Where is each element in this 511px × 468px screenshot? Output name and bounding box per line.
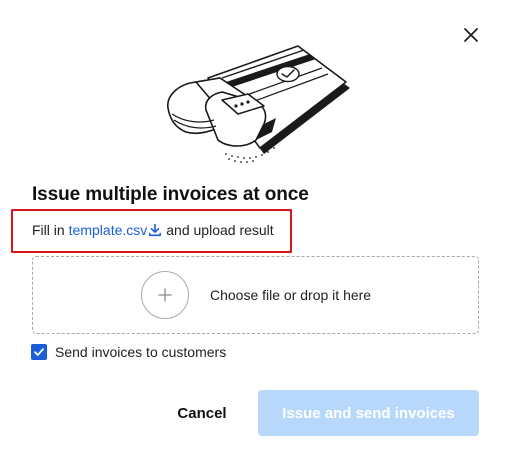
instruction-prefix: Fill in	[32, 222, 65, 238]
close-icon	[464, 28, 478, 42]
check-icon	[34, 348, 44, 356]
payment-terminal-illustration	[167, 45, 350, 163]
download-icon	[149, 223, 162, 237]
template-link-label: template.csv	[68, 222, 148, 238]
send-invoices-label: Send invoices to customers	[55, 344, 227, 360]
send-invoices-checkbox[interactable]	[31, 344, 47, 360]
send-invoices-option[interactable]: Send invoices to customers	[31, 344, 226, 360]
instruction-text: Fill in template.csv and upload result	[32, 222, 274, 238]
dialog-title: Issue multiple invoices at once	[32, 184, 309, 205]
dropzone-label: Choose file or drop it here	[210, 287, 372, 303]
instruction-suffix: and upload result	[166, 222, 274, 238]
file-dropzone[interactable]: Choose file or drop it here	[32, 256, 479, 334]
close-button[interactable]	[459, 23, 483, 47]
plus-icon	[158, 288, 172, 302]
add-file-button[interactable]	[141, 271, 189, 319]
invoice-dialog: Issue multiple invoices at once Fill in …	[0, 0, 511, 468]
cancel-button[interactable]: Cancel	[160, 390, 244, 436]
issue-and-send-button[interactable]: Issue and send invoices	[258, 390, 479, 436]
template-download-link[interactable]: template.csv	[69, 222, 163, 238]
